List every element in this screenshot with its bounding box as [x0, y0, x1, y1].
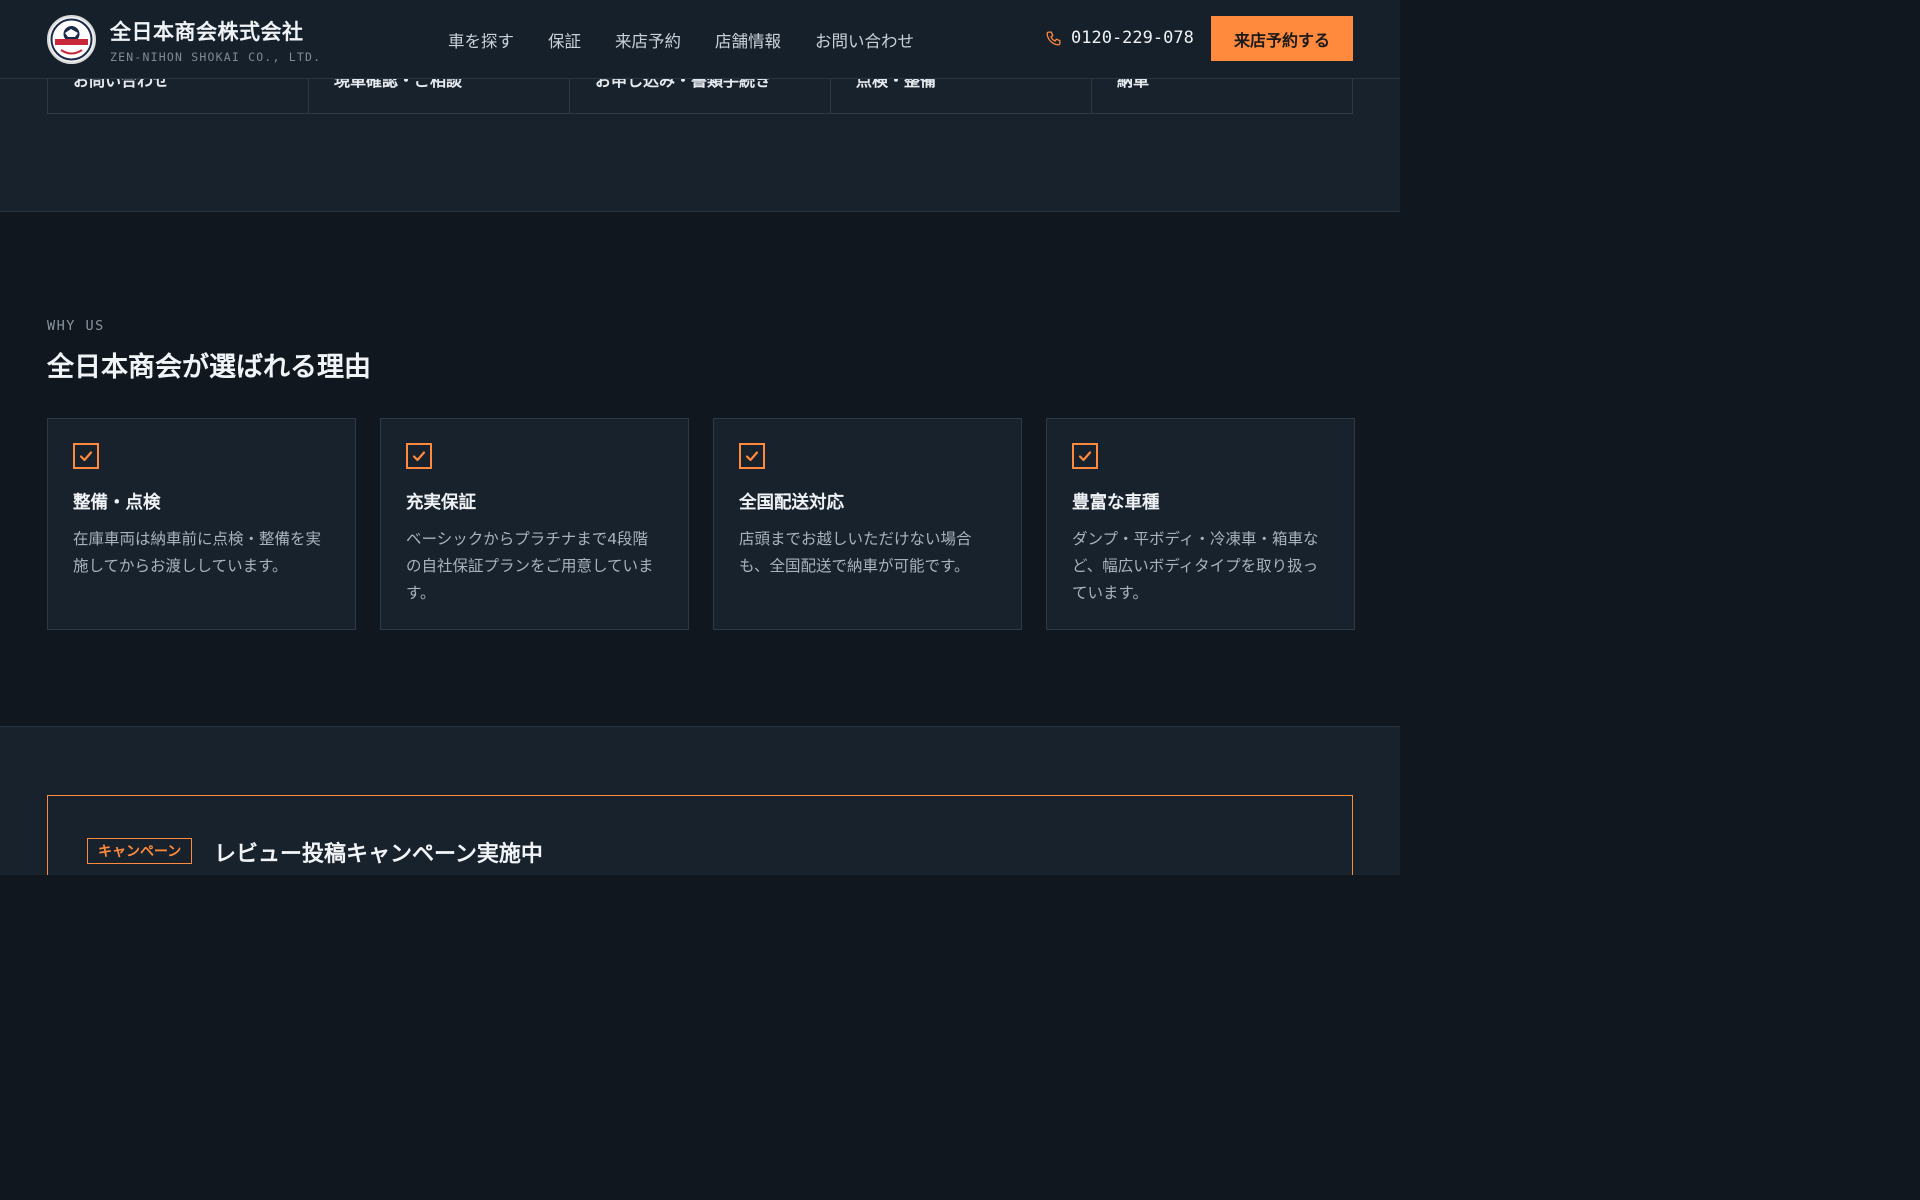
phone-icon — [1046, 30, 1061, 46]
reason-title: 整備・点検 — [73, 493, 161, 513]
campaign-section: キャンペーン レビュー投稿キャンペーン実施中 — [0, 726, 1400, 875]
nav-item-reservation[interactable]: 来店予約 — [615, 28, 681, 52]
reason-text: ダンプ・平ボディ・冷凍車・箱車など、幅広いボディタイプを取り扱っています。 — [1072, 530, 1319, 602]
logo-emblem — [47, 15, 96, 64]
nav-item-store-info[interactable]: 店舗情報 — [715, 28, 781, 52]
phone-link[interactable]: 0120-229-078 — [1045, 28, 1194, 48]
reason-text: 店頭までお越しいただけない場合も、全国配送で納車が可能です。 — [739, 530, 972, 575]
section-eyebrow: WHY US — [47, 318, 105, 334]
site-header: 全日本商会株式会社 ZEN-NIHON SHOKAI CO., LTD. 車を探… — [0, 0, 1400, 79]
reason-card: 充実保証 ベーシックからプラチナまで4段階の自社保証プランをご用意しています。 — [380, 418, 689, 630]
reason-card: 豊富な車種 ダンプ・平ボディ・冷凍車・箱車など、幅広いボディタイプを取り扱ってい… — [1046, 418, 1355, 630]
checkbox-icon — [739, 443, 765, 469]
campaign-badge: キャンペーン — [87, 838, 193, 864]
main-nav: 車を探す 保証 来店予約 店舗情報 お問い合わせ — [448, 0, 914, 79]
reason-card: 整備・点検 在庫車両は納車前に点検・整備を実施してからお渡ししています。 — [47, 418, 356, 630]
nav-item-warranty[interactable]: 保証 — [548, 28, 581, 52]
logo-emblem-icon — [50, 18, 93, 61]
brand-block: 全日本商会株式会社 ZEN-NIHON SHOKAI CO., LTD. — [110, 16, 321, 64]
nav-item-search-cars[interactable]: 車を探す — [448, 28, 514, 52]
reason-title: 充実保証 — [406, 493, 476, 513]
nav-item-contact[interactable]: お問い合わせ — [815, 28, 914, 52]
section-title: 全日本商会が選ばれる理由 — [47, 352, 371, 383]
reason-text: ベーシックからプラチナまで4段階の自社保証プランをご用意しています。 — [406, 530, 654, 602]
campaign-title: レビュー投稿キャンペーン実施中 — [214, 842, 543, 867]
reserve-visit-button[interactable]: 来店予約する — [1211, 16, 1353, 61]
reason-card: 全国配送対応 店頭までお越しいただけない場合も、全国配送で納車が可能です。 — [713, 418, 1022, 630]
why-us-section: WHY US 全日本商会が選ばれる理由 整備・点検 在庫車両は納車前に点検・整備… — [0, 212, 1400, 727]
phone-number: 0120-229-078 — [1071, 28, 1194, 48]
page: お問い合わせ 現車確認・ご相談 お申し込み・書類手続き 点検・整備 納車 全日本… — [0, 0, 1400, 875]
reason-title: 全国配送対応 — [739, 493, 844, 513]
checkbox-icon — [1072, 443, 1098, 469]
checkbox-icon — [73, 443, 99, 469]
campaign-banner[interactable]: キャンペーン レビュー投稿キャンペーン実施中 — [47, 795, 1353, 875]
reason-text: 在庫車両は納車前に点検・整備を実施してからお渡ししています。 — [73, 530, 322, 575]
logo[interactable]: 全日本商会株式会社 ZEN-NIHON SHOKAI CO., LTD. — [47, 15, 321, 64]
reason-title: 豊富な車種 — [1072, 493, 1160, 513]
brand-name: 全日本商会株式会社 — [110, 19, 304, 44]
checkbox-icon — [406, 443, 432, 469]
reason-cards: 整備・点検 在庫車両は納車前に点検・整備を実施してからお渡ししています。 充実保… — [47, 418, 1355, 630]
brand-subtitle: ZEN-NIHON SHOKAI CO., LTD. — [110, 49, 322, 64]
